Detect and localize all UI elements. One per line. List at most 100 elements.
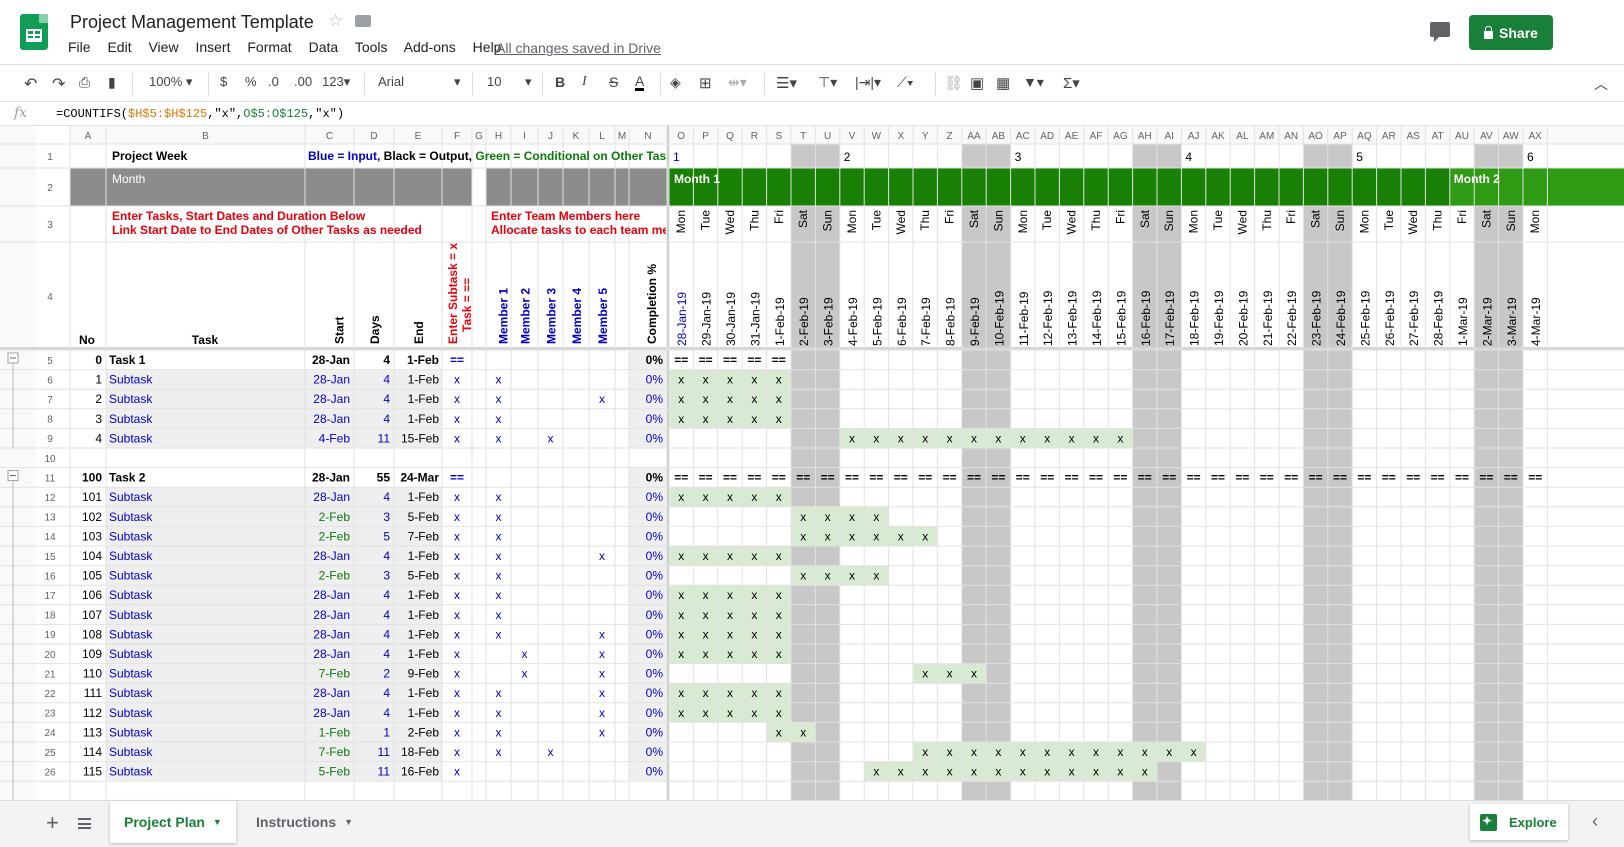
- subtask-flag[interactable]: x: [454, 588, 460, 602]
- member-assignment[interactable]: x: [496, 392, 502, 406]
- completion-percent[interactable]: 0%: [646, 412, 664, 426]
- column-header-ag[interactable]: AG: [1113, 131, 1128, 142]
- share-button[interactable]: Share: [1469, 15, 1553, 50]
- column-header-an[interactable]: AN: [1284, 131, 1298, 142]
- tab-instructions[interactable]: Instructions ▼: [242, 801, 367, 843]
- subtask-flag[interactable]: x: [454, 667, 460, 681]
- member-assignment[interactable]: x: [522, 667, 528, 681]
- row-header-6[interactable]: 6: [47, 375, 53, 386]
- subtask-flag[interactable]: x: [454, 706, 460, 720]
- column-header-at[interactable]: AT: [1432, 131, 1444, 142]
- column-header-ap[interactable]: AP: [1333, 131, 1347, 142]
- completion-percent[interactable]: 0%: [646, 667, 664, 681]
- row-header-11[interactable]: 11: [45, 473, 56, 484]
- insert-link-icon[interactable]: ⛓: [944, 74, 963, 92]
- column-header-q[interactable]: Q: [726, 131, 734, 142]
- subtask-flag[interactable]: x: [454, 373, 460, 387]
- row-header-26[interactable]: 26: [44, 767, 56, 778]
- menu-tools[interactable]: Tools: [355, 39, 388, 55]
- task-name[interactable]: Subtask: [109, 431, 153, 445]
- column-header-r[interactable]: R: [751, 131, 758, 142]
- completion-percent[interactable]: 0%: [646, 510, 664, 524]
- collapse-menu-icon[interactable]: ︿: [1594, 74, 1608, 94]
- member-assignment[interactable]: x: [599, 647, 605, 661]
- subtask-flag[interactable]: x: [454, 549, 460, 563]
- column-header-am[interactable]: AM: [1259, 131, 1274, 142]
- bold-button[interactable]: B: [555, 74, 565, 90]
- completion-percent[interactable]: 0%: [646, 588, 664, 602]
- formula-input[interactable]: =COUNTIFS($H$5:$H$125,"x",O$5:O$125,"x"): [56, 107, 344, 121]
- row-header-4[interactable]: 4: [47, 292, 53, 303]
- column-header-e[interactable]: E: [415, 131, 422, 142]
- text-rotation-icon[interactable]: ⟋▾: [897, 74, 914, 91]
- row-header-1[interactable]: 1: [47, 152, 53, 163]
- completion-percent[interactable]: 0%: [646, 353, 664, 367]
- row-header-5[interactable]: 5: [47, 356, 53, 367]
- font-select[interactable]: Arial ▾: [378, 74, 461, 89]
- column-header-x[interactable]: X: [897, 131, 904, 142]
- subtask-flag[interactable]: x: [454, 490, 460, 504]
- insert-chart-icon[interactable]: ▦: [996, 74, 1010, 92]
- column-header-aq[interactable]: AQ: [1357, 131, 1372, 142]
- start-date[interactable]: 28-Jan: [313, 627, 350, 641]
- row-header-10[interactable]: 10: [44, 454, 56, 465]
- column-header-f[interactable]: F: [454, 131, 460, 142]
- duration-days[interactable]: 2: [383, 667, 390, 681]
- row-header-9[interactable]: 9: [47, 434, 53, 445]
- duration-days[interactable]: 11: [378, 765, 391, 779]
- completion-percent[interactable]: 0%: [646, 431, 664, 445]
- saved-status[interactable]: All changes saved in Drive: [496, 40, 661, 56]
- start-date[interactable]: 28-Jan: [313, 392, 350, 406]
- duration-days[interactable]: 4: [383, 686, 390, 700]
- row-header-15[interactable]: 15: [44, 552, 56, 563]
- column-header-n[interactable]: N: [644, 131, 651, 142]
- column-header-z[interactable]: Z: [947, 131, 953, 142]
- start-date[interactable]: 28-Jan: [313, 608, 350, 622]
- completion-percent[interactable]: 0%: [646, 745, 664, 759]
- member-assignment[interactable]: x: [496, 627, 502, 641]
- completion-percent[interactable]: 0%: [646, 725, 664, 739]
- member-assignment[interactable]: x: [496, 706, 502, 720]
- subtask-flag[interactable]: ==: [450, 471, 464, 485]
- member-assignment[interactable]: x: [496, 725, 502, 739]
- member-assignment[interactable]: x: [496, 745, 502, 759]
- column-header-c[interactable]: C: [326, 131, 333, 142]
- column-header-v[interactable]: V: [849, 131, 856, 142]
- text-wrap-icon[interactable]: |⇥|▾: [855, 74, 881, 91]
- column-header-ar[interactable]: AR: [1382, 131, 1396, 142]
- document-title[interactable]: Project Management Template: [70, 12, 314, 33]
- subtask-flag[interactable]: x: [454, 647, 460, 661]
- column-header-a[interactable]: A: [85, 131, 92, 142]
- row-header-22[interactable]: 22: [44, 689, 56, 700]
- column-header-ac[interactable]: AC: [1016, 131, 1030, 142]
- duration-days[interactable]: 5: [383, 529, 390, 543]
- text-color-button[interactable]: A: [635, 74, 645, 91]
- column-header-d[interactable]: D: [370, 131, 377, 142]
- task-name[interactable]: Task 2: [109, 471, 146, 485]
- merge-cells-icon[interactable]: ⇹▾: [728, 74, 747, 91]
- column-header-s[interactable]: S: [775, 131, 782, 142]
- menu-edit[interactable]: Edit: [107, 39, 131, 55]
- vertical-align-icon[interactable]: ⊤▾: [818, 74, 837, 91]
- subtask-flag[interactable]: x: [454, 627, 460, 641]
- task-name[interactable]: Subtask: [109, 627, 153, 641]
- start-date[interactable]: 7-Feb: [319, 745, 351, 759]
- folder-icon[interactable]: [355, 15, 371, 27]
- comment-history-icon[interactable]: [1430, 22, 1450, 42]
- start-date[interactable]: 28-Jan: [313, 706, 350, 720]
- task-name[interactable]: Subtask: [109, 373, 153, 387]
- row-header-18[interactable]: 18: [44, 611, 56, 622]
- duration-days[interactable]: 4: [383, 392, 390, 406]
- task-name[interactable]: Subtask: [109, 490, 153, 504]
- insert-comment-icon[interactable]: ▣: [970, 74, 984, 92]
- duration-days[interactable]: 4: [383, 490, 390, 504]
- member-assignment[interactable]: x: [599, 725, 605, 739]
- column-header-p[interactable]: P: [702, 131, 709, 142]
- task-name[interactable]: Subtask: [109, 608, 153, 622]
- column-header-l[interactable]: L: [599, 131, 605, 142]
- increase-decimal-button[interactable]: .00: [294, 74, 312, 89]
- subtask-flag[interactable]: x: [454, 745, 460, 759]
- start-date[interactable]: 2-Feb: [319, 529, 351, 543]
- task-name[interactable]: Task 1: [109, 353, 146, 367]
- column-header-aa[interactable]: AA: [967, 131, 981, 142]
